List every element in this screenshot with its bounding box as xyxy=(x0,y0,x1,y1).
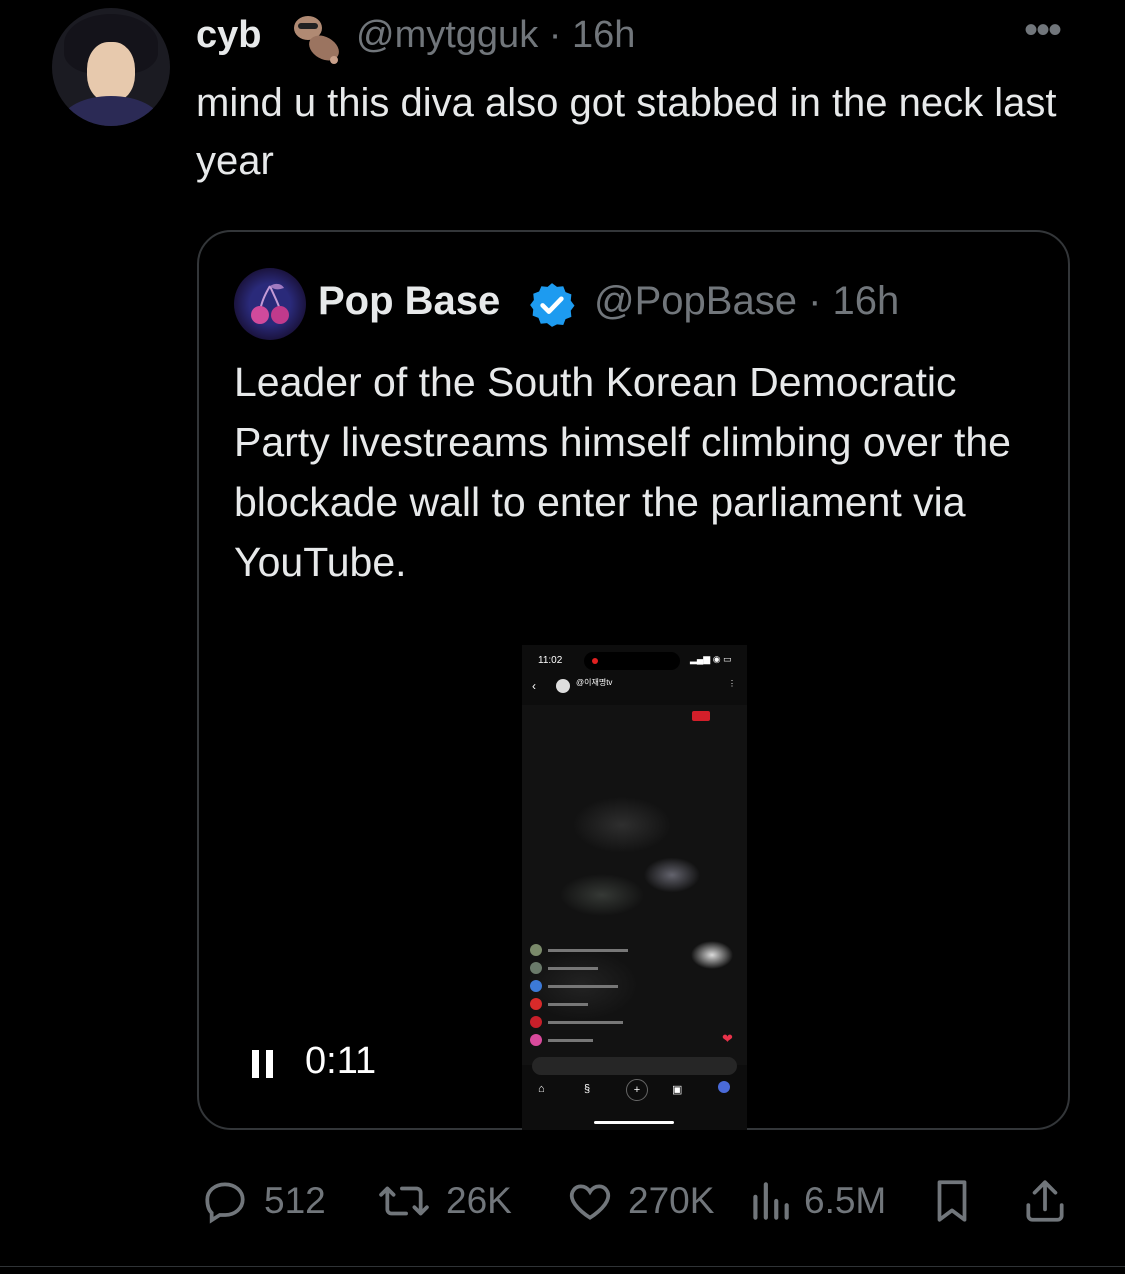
cherry-logo-icon xyxy=(251,283,289,324)
kebab-icon: ⋮ xyxy=(728,679,736,688)
author-name[interactable]: cyb xyxy=(196,14,261,57)
quoted-handle-time[interactable]: @PopBase · 16h xyxy=(594,279,899,324)
shorts-icon: § xyxy=(584,1083,591,1095)
pause-icon[interactable] xyxy=(250,1046,276,1080)
home-icon: ⌂ xyxy=(538,1083,545,1095)
subscriptions-icon: ▣ xyxy=(672,1084,683,1096)
chat-input xyxy=(532,1057,737,1075)
signal-battery-icon: ▂▄▆ ◉ ▭ xyxy=(690,654,732,664)
phone-clock: 11:02 xyxy=(538,655,563,666)
reply-button[interactable]: 512 xyxy=(198,1176,326,1226)
profile-icon xyxy=(718,1081,730,1093)
repost-count: 26K xyxy=(446,1180,512,1221)
verified-badge-icon xyxy=(530,283,575,327)
more-options-icon[interactable]: ••• xyxy=(1024,8,1062,53)
repost-icon xyxy=(379,1186,429,1216)
stream-header: ‹ @이재명tv ⋮ xyxy=(522,675,747,721)
phone-status-bar: 11:02 ▂▄▆ ◉ ▭ xyxy=(522,649,747,671)
views-chart-icon xyxy=(753,1182,789,1220)
otter-icon xyxy=(294,16,339,64)
repost-button[interactable]: 26K xyxy=(374,1176,512,1226)
divider xyxy=(0,1266,1125,1267)
live-chat xyxy=(530,941,730,1049)
heart-outline-icon xyxy=(569,1184,611,1220)
quoted-author-name[interactable]: Pop Base xyxy=(318,279,500,324)
share-icon xyxy=(1026,1180,1064,1222)
create-icon: + xyxy=(626,1079,648,1101)
channel-avatar xyxy=(556,679,570,693)
like-button[interactable]: 270K xyxy=(564,1176,714,1226)
author-avatar[interactable] xyxy=(52,8,170,126)
views-button[interactable]: 6.5M xyxy=(748,1176,886,1226)
channel-name: @이재명tv xyxy=(576,678,613,687)
video-timestamp: 0:11 xyxy=(305,1040,377,1082)
back-chevron-icon: ‹ xyxy=(532,679,536,693)
bookmark-button[interactable] xyxy=(930,1176,974,1226)
quoted-tweet-text: Leader of the South Korean Democratic Pa… xyxy=(234,359,1011,585)
subscribe-badge xyxy=(692,711,710,721)
video-player[interactable]: 11:02 ▂▄▆ ◉ ▭ ‹ @이재명tv ⋮ ❤ ⌂ § + ▣ xyxy=(522,645,747,1130)
views-count: 6.5M xyxy=(804,1180,887,1221)
reply-count: 512 xyxy=(264,1180,326,1221)
quoted-author-avatar[interactable] xyxy=(234,268,306,340)
home-indicator xyxy=(594,1121,674,1124)
tweet-text: mind u this diva also got stabbed in the… xyxy=(196,81,1057,183)
bookmark-icon xyxy=(937,1180,967,1222)
share-button[interactable] xyxy=(1020,1176,1070,1226)
author-handle-time[interactable]: @mytgguk · 16h xyxy=(356,14,635,57)
app-nav-bar: ⌂ § + ▣ xyxy=(522,1079,747,1111)
reply-icon xyxy=(205,1182,245,1224)
like-count: 270K xyxy=(628,1180,715,1221)
heart-icon: ❤ xyxy=(722,1031,733,1046)
